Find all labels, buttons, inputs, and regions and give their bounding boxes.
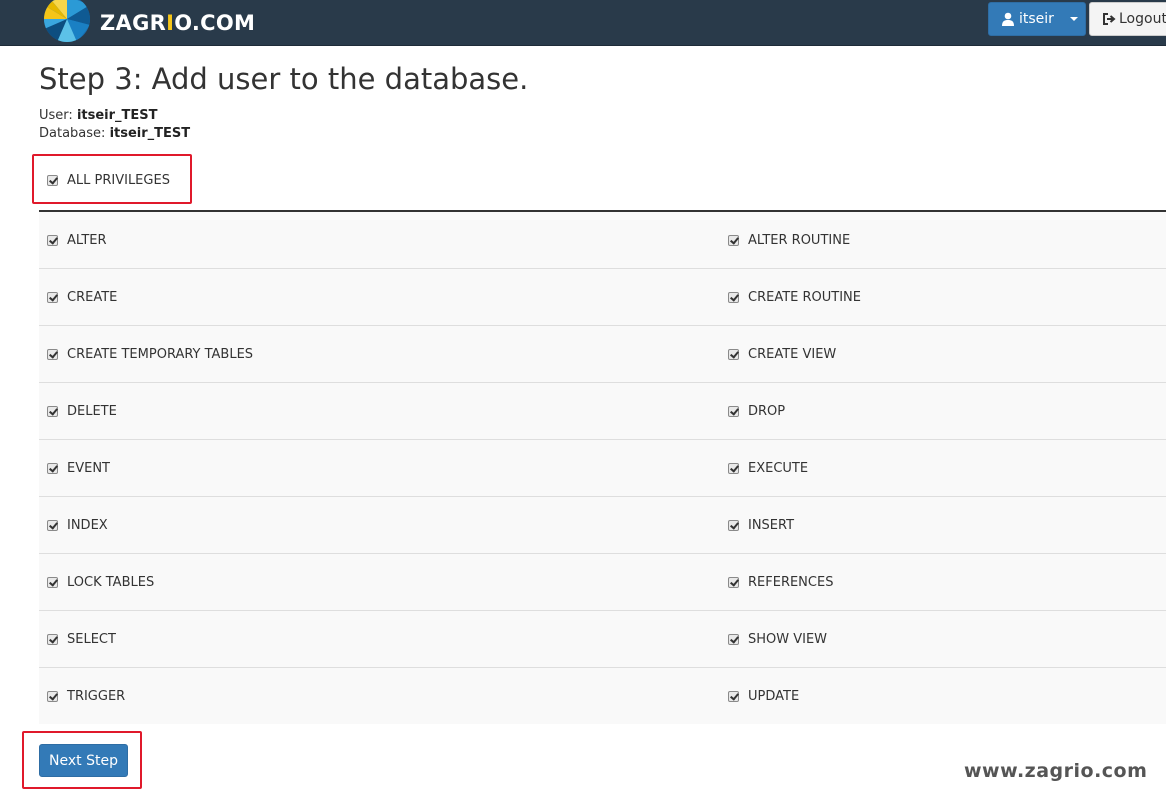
privileges-table: ALTER ALTER ROUTINE CREATE CREATE ROUTIN… [39, 212, 1166, 724]
checkbox-checked-icon[interactable] [47, 234, 58, 246]
database-info-label: Database: [39, 126, 106, 141]
checkbox-checked-icon[interactable] [728, 405, 739, 417]
zagrio-logo-icon [44, 0, 90, 42]
checkbox-checked-icon[interactable] [728, 519, 739, 531]
privilege-insert[interactable]: INSERT [728, 497, 794, 553]
checkbox-checked-icon[interactable] [47, 690, 58, 702]
user-menu-label: itseir [1019, 11, 1054, 27]
table-row: INDEX INSERT [39, 497, 1166, 554]
privilege-alter[interactable]: ALTER [47, 212, 107, 268]
checkbox-checked-icon[interactable] [728, 291, 739, 303]
brand-logo[interactable]: ZAGRIO.COM [42, 0, 255, 45]
privilege-create-routine[interactable]: CREATE ROUTINE [728, 269, 861, 325]
checkbox-checked-icon[interactable] [47, 348, 58, 360]
privilege-index[interactable]: INDEX [47, 497, 108, 553]
user-menu-button[interactable]: itseir [988, 2, 1086, 36]
privilege-alter-routine[interactable]: ALTER ROUTINE [728, 212, 850, 268]
brand-name: ZAGRIO.COM [100, 10, 256, 35]
checkbox-checked-icon[interactable] [47, 462, 58, 474]
table-row: SELECT SHOW VIEW [39, 611, 1166, 668]
database-info: Database: itseir_TEST [39, 126, 190, 141]
logout-label: Logout [1119, 11, 1166, 27]
privilege-event[interactable]: EVENT [47, 440, 110, 496]
privilege-select[interactable]: SELECT [47, 611, 116, 667]
table-row: ALTER ALTER ROUTINE [39, 212, 1166, 269]
table-row: LOCK TABLES REFERENCES [39, 554, 1166, 611]
privilege-create[interactable]: CREATE [47, 269, 117, 325]
highlight-box-all-privileges [32, 154, 192, 204]
user-info: User: itseir_TEST [39, 108, 158, 123]
privilege-show-view[interactable]: SHOW VIEW [728, 611, 827, 667]
privilege-update[interactable]: UPDATE [728, 668, 799, 724]
top-navbar: ZAGRIO.COM itseir Logout [0, 0, 1166, 46]
checkbox-checked-icon[interactable] [728, 633, 739, 645]
privilege-delete[interactable]: DELETE [47, 383, 117, 439]
privilege-execute[interactable]: EXECUTE [728, 440, 808, 496]
table-row: CREATE CREATE ROUTINE [39, 269, 1166, 326]
logout-icon [1103, 13, 1116, 25]
user-info-label: User: [39, 108, 73, 123]
privilege-create-temporary-tables[interactable]: CREATE TEMPORARY TABLES [47, 326, 253, 382]
privilege-drop[interactable]: DROP [728, 383, 785, 439]
watermark-text: www.zagrio.com [964, 760, 1148, 782]
logout-button[interactable]: Logout [1089, 2, 1166, 36]
checkbox-checked-icon[interactable] [728, 690, 739, 702]
caret-down-icon [1069, 17, 1078, 21]
user-info-value: itseir_TEST [76, 108, 158, 123]
table-row: EVENT EXECUTE [39, 440, 1166, 497]
database-info-value: itseir_TEST [109, 126, 191, 141]
table-row: DELETE DROP [39, 383, 1166, 440]
checkbox-checked-icon[interactable] [47, 633, 58, 645]
checkbox-checked-icon[interactable] [47, 519, 58, 531]
checkbox-checked-icon[interactable] [728, 348, 739, 360]
privilege-create-view[interactable]: CREATE VIEW [728, 326, 836, 382]
highlight-box-next-step [22, 731, 142, 789]
checkbox-checked-icon[interactable] [728, 462, 739, 474]
checkbox-checked-icon[interactable] [47, 405, 58, 417]
table-row: TRIGGER UPDATE [39, 668, 1166, 724]
checkbox-checked-icon[interactable] [47, 576, 58, 588]
page-title: Step 3: Add user to the database. [39, 62, 529, 96]
table-row: CREATE TEMPORARY TABLES CREATE VIEW [39, 326, 1166, 383]
privilege-references[interactable]: REFERENCES [728, 554, 833, 610]
checkbox-checked-icon[interactable] [728, 576, 739, 588]
privilege-lock-tables[interactable]: LOCK TABLES [47, 554, 154, 610]
checkbox-checked-icon[interactable] [47, 291, 58, 303]
privilege-trigger[interactable]: TRIGGER [47, 668, 125, 724]
user-icon [1002, 12, 1014, 26]
checkbox-checked-icon[interactable] [728, 234, 739, 246]
